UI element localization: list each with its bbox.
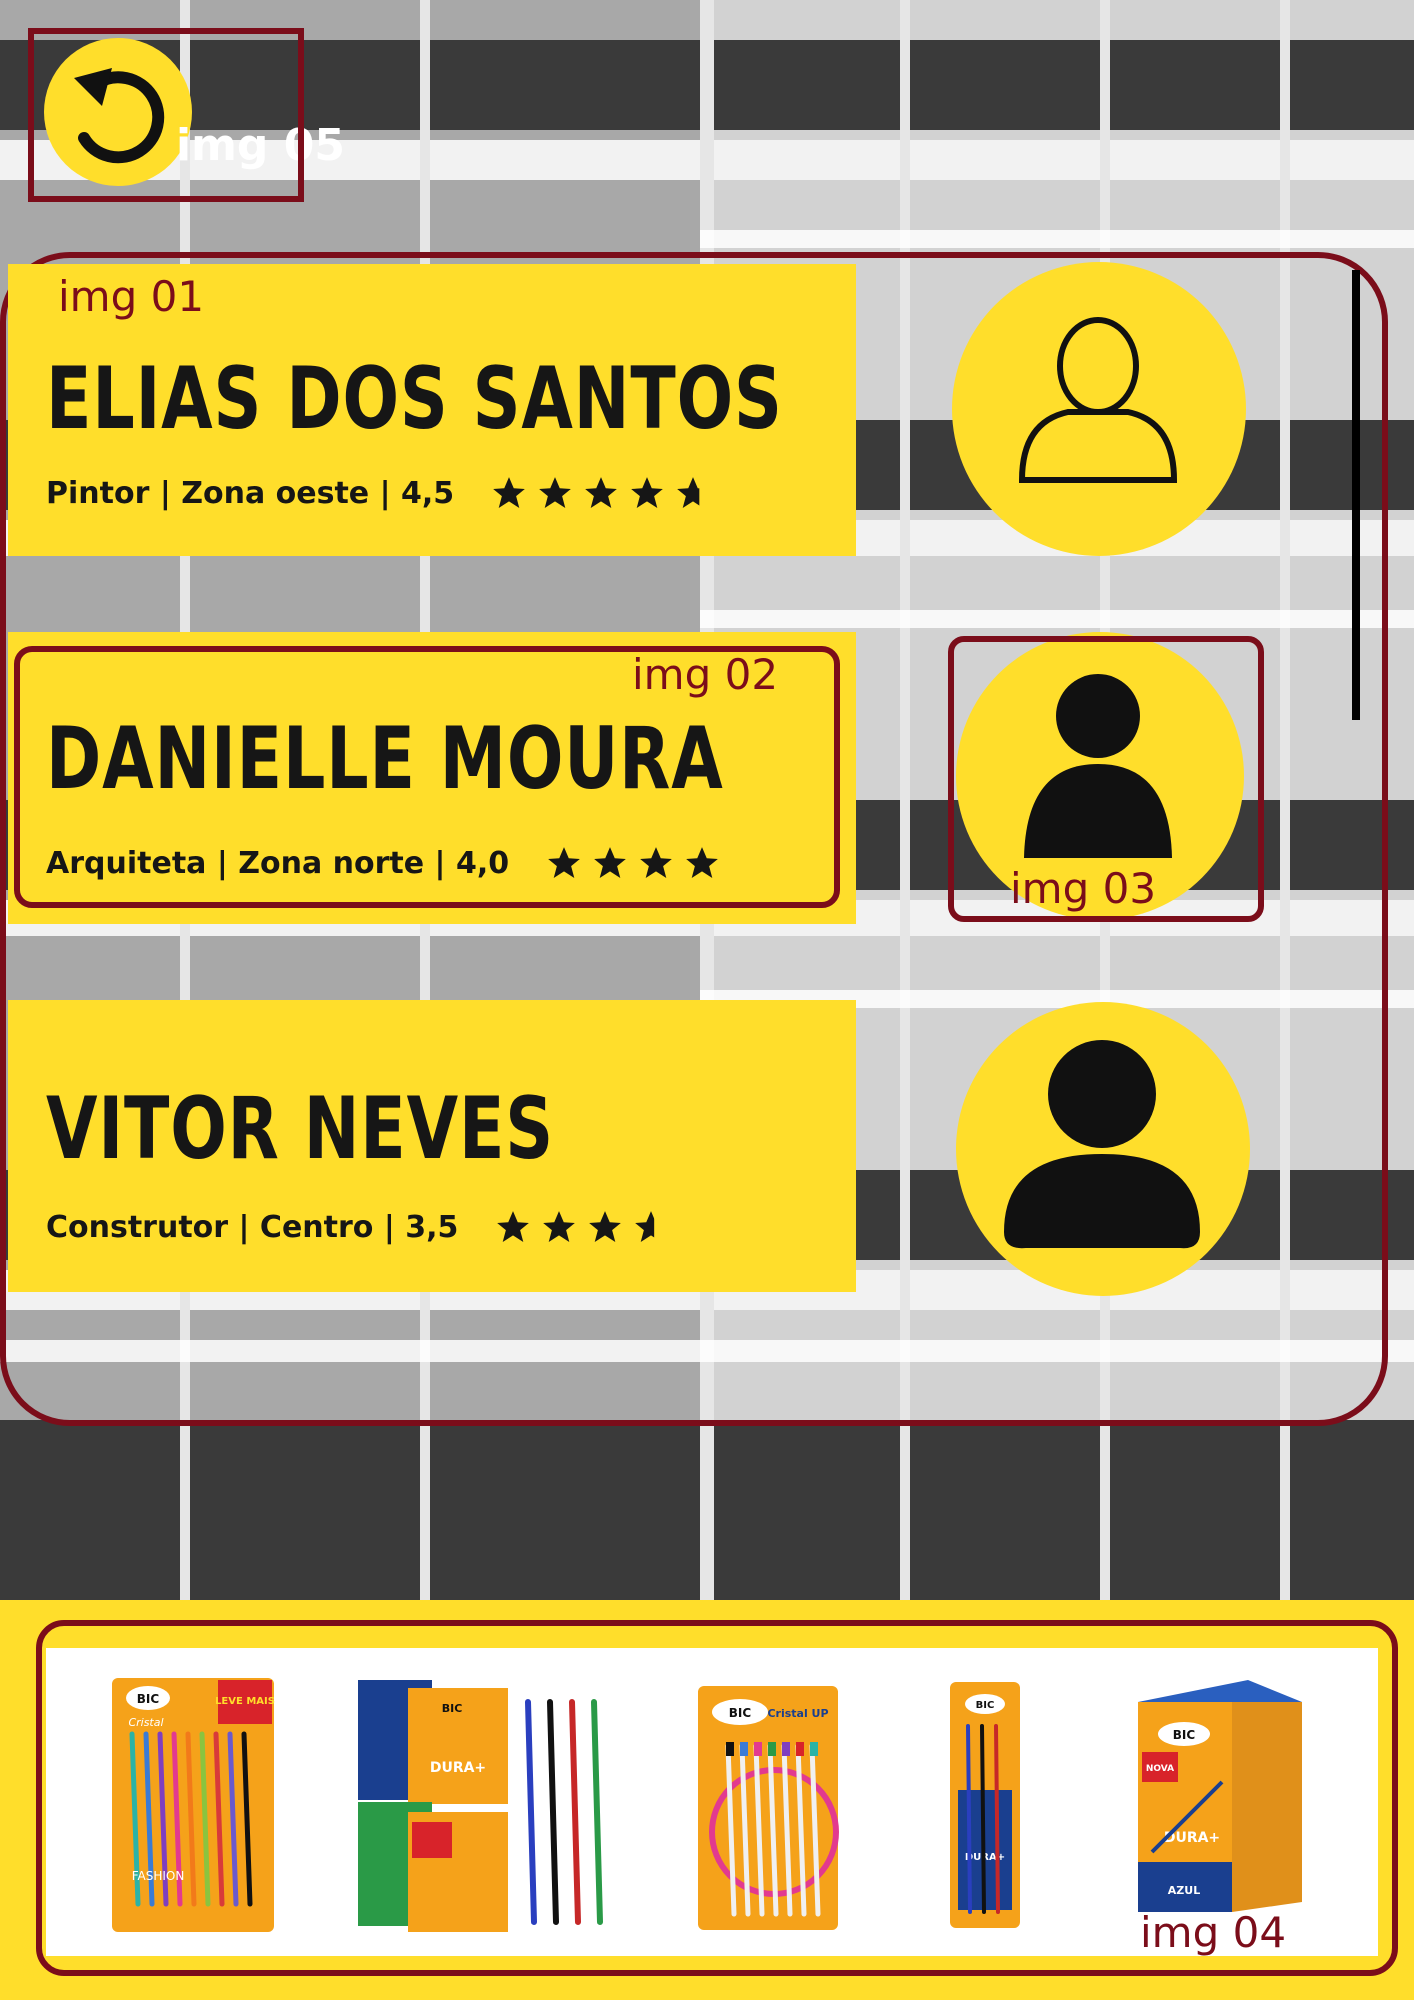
back-annotation-box	[28, 28, 304, 202]
rating-stars	[490, 474, 712, 512]
profile-card[interactable]: VITOR NEVES Construtor | Centro | 3,5	[8, 1000, 856, 1292]
profile-meta-text: Construtor | Centro | 3,5	[46, 1209, 459, 1245]
profile-meta: Pintor | Zona oeste | 4,5	[46, 474, 712, 512]
star-icon	[589, 1211, 622, 1243]
profile-name: VITOR NEVES	[46, 1079, 555, 1179]
star-icon	[631, 477, 663, 509]
half-star-icon	[635, 1211, 655, 1243]
avatar[interactable]	[952, 262, 1246, 556]
star-icon	[543, 1211, 576, 1243]
card-annotation-label: img 02	[632, 650, 779, 699]
profile-meta-text: Pintor | Zona oeste | 4,5	[46, 475, 455, 511]
scrollbar[interactable]	[1352, 270, 1360, 720]
half-star-icon	[677, 477, 700, 509]
profile-name: ELIAS DOS SANTOS	[46, 349, 783, 449]
list-annotation-label: img 01	[58, 272, 205, 321]
rating-stars	[494, 1208, 670, 1246]
avatar[interactable]	[956, 1002, 1250, 1296]
user-outline-icon	[1018, 317, 1178, 483]
star-icon	[585, 477, 617, 509]
star-icon	[497, 1211, 530, 1243]
products-annotation-label: img 04	[1140, 1908, 1287, 1957]
avatar-annotation-label: img 03	[1010, 864, 1157, 913]
profile-meta: Construtor | Centro | 3,5	[46, 1208, 670, 1246]
user-filled-icon	[1004, 1040, 1200, 1249]
star-icon	[493, 477, 525, 509]
star-icon	[539, 477, 571, 509]
